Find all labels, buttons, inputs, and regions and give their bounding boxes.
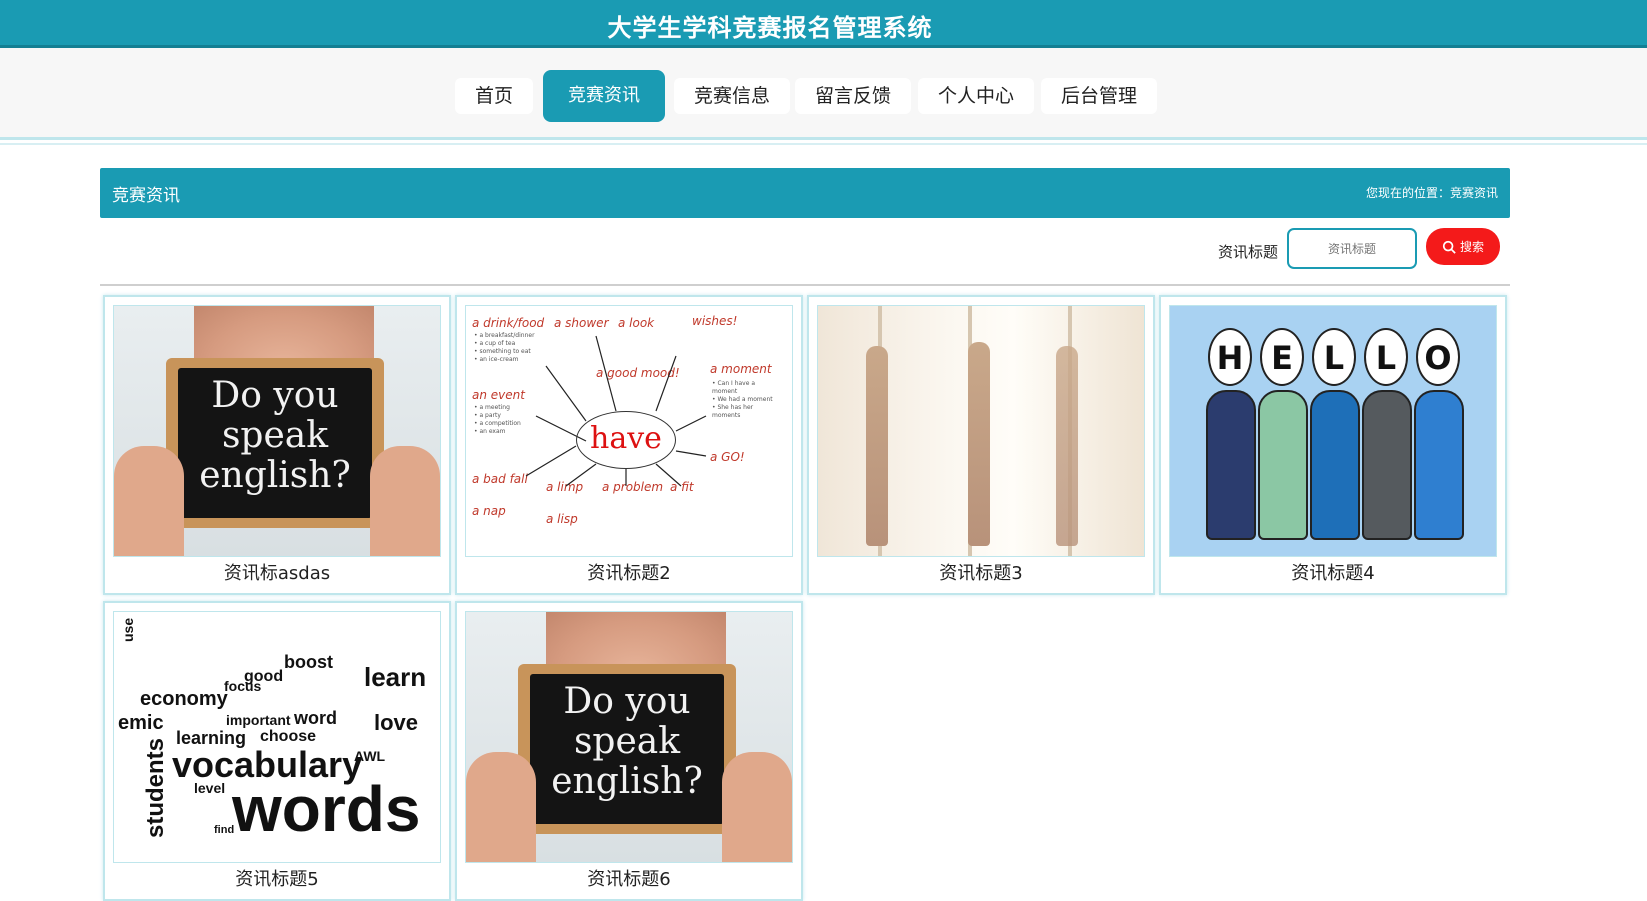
search-label: 资讯标题 xyxy=(1218,243,1279,261)
mindmap-center: have xyxy=(576,411,676,469)
news-card-image[interactable] xyxy=(817,305,1145,557)
search-icon xyxy=(1442,240,1456,254)
news-card[interactable]: 资讯标题3 xyxy=(807,295,1155,595)
breadcrumb: 您现在的位置：竞赛资讯 xyxy=(1365,186,1498,200)
nav-profile[interactable]: 个人中心 xyxy=(918,78,1035,114)
news-card-title[interactable]: 资讯标题6 xyxy=(457,865,801,891)
board-text: Do you speak english? xyxy=(530,674,724,824)
news-card-title[interactable]: 资讯标题3 xyxy=(809,559,1153,585)
news-card[interactable]: use economy focus good boost learn emic … xyxy=(103,601,451,901)
news-card-image[interactable]: Do you speak english? xyxy=(465,611,793,863)
news-card-title[interactable]: 资讯标题5 xyxy=(105,865,449,891)
nav-competition-info[interactable]: 竞赛信息 xyxy=(674,78,791,114)
nav-divider xyxy=(0,143,1647,145)
news-card-title[interactable]: 资讯标asdas xyxy=(105,559,449,585)
search-input[interactable] xyxy=(1287,228,1417,269)
section-title: 竞赛资讯 xyxy=(112,186,180,206)
content-divider xyxy=(100,284,1510,286)
hello-letter: O xyxy=(1416,328,1460,386)
section-header: 竞赛资讯 您现在的位置：竞赛资讯 xyxy=(100,168,1510,218)
nav-admin[interactable]: 后台管理 xyxy=(1041,78,1158,114)
nav-feedback[interactable]: 留言反馈 xyxy=(795,78,912,114)
hello-letter: E xyxy=(1260,328,1304,386)
news-card-image[interactable]: Do you speak english? xyxy=(113,305,441,557)
search-button-label: 搜索 xyxy=(1459,240,1484,254)
board-text: Do you speak english? xyxy=(178,368,372,518)
news-card[interactable]: a drink/food a shower a look wishes! a g… xyxy=(455,295,803,595)
news-card-title[interactable]: 资讯标题2 xyxy=(457,559,801,585)
news-card[interactable]: H E L L O 资讯标题4 xyxy=(1159,295,1507,595)
main-nav: 首页 竞赛资讯 竞赛信息 留言反馈 个人中心 后台管理 xyxy=(0,48,1647,145)
hello-letter: H xyxy=(1208,328,1252,386)
hello-letter: L xyxy=(1312,328,1356,386)
news-card-image[interactable]: a drink/food a shower a look wishes! a g… xyxy=(465,305,793,557)
hello-letter: L xyxy=(1364,328,1408,386)
news-card[interactable]: Do you speak english? 资讯标asdas xyxy=(103,295,451,595)
top-header: 大学生学科竞赛报名管理系统 xyxy=(0,0,1647,48)
nav-news[interactable]: 竞赛资讯 xyxy=(543,70,665,122)
site-title: 大学生学科竞赛报名管理系统 xyxy=(607,14,933,42)
news-card-title[interactable]: 资讯标题4 xyxy=(1161,559,1505,585)
news-card-image[interactable]: use economy focus good boost learn emic … xyxy=(113,611,441,863)
search-button[interactable]: 搜索 xyxy=(1426,228,1500,265)
nav-home[interactable]: 首页 xyxy=(455,78,534,114)
news-card[interactable]: Do you speak english? 资讯标题6 xyxy=(455,601,803,901)
news-card-image[interactable]: H E L L O xyxy=(1169,305,1497,557)
